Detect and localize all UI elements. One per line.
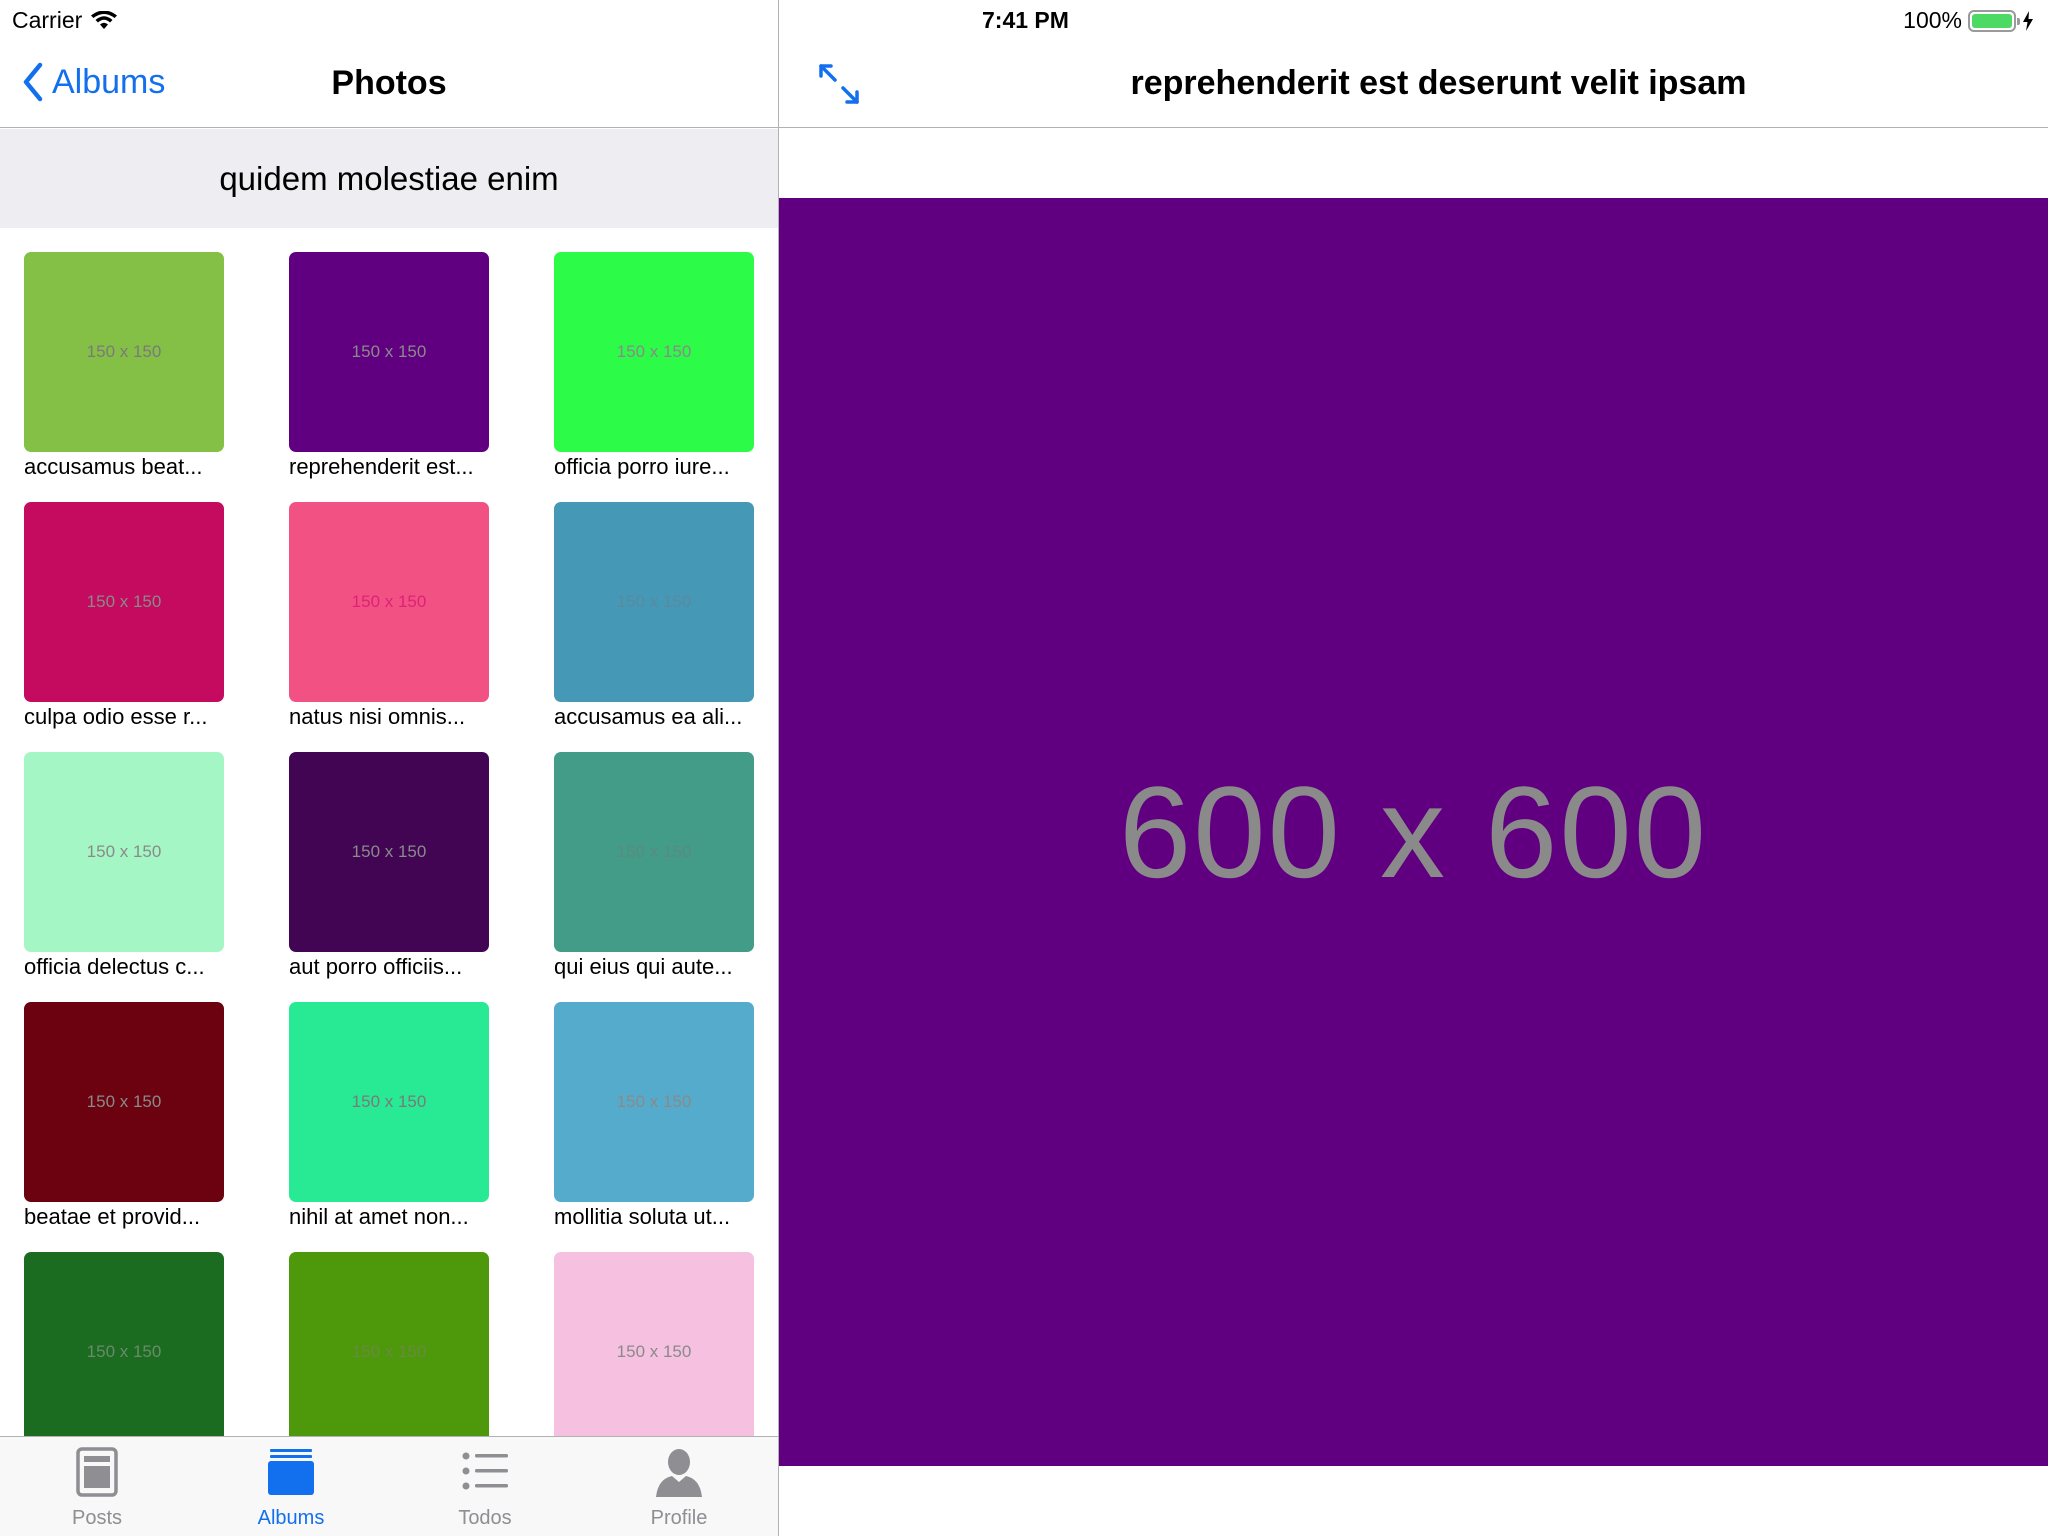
photo-title: mollitia soluta ut...	[554, 1204, 731, 1229]
photo-cell[interactable]: 150 x 150 natus nisi omnis...	[289, 502, 489, 730]
photo-thumbnail: 150 x 150	[24, 752, 224, 952]
thumbnail-size-label: 150 x 150	[616, 1092, 692, 1111]
image-size-label: 600 x 600	[1118, 759, 1709, 905]
photo-thumbnail: 150 x 150	[554, 1002, 754, 1202]
thumbnail-size-label: 150 x 150	[86, 1092, 162, 1111]
photo-title: accusamus beat...	[24, 454, 203, 479]
photo-title: qui eius qui aute...	[554, 954, 733, 979]
thumbnail-size-label: 150 x 150	[351, 1342, 427, 1361]
tab-label: Albums	[257, 1507, 325, 1529]
photo-thumbnail: 150 x 150	[24, 1252, 224, 1436]
photo-cell[interactable]: 150 x 150 nihil at amet non...	[289, 1002, 489, 1230]
photo-thumbnail: 150 x 150	[554, 1252, 754, 1436]
photo-thumbnail: 150 x 150	[24, 1002, 224, 1202]
photo-cell[interactable]: 150 x 150	[24, 1252, 224, 1436]
tab-albums[interactable]: Albums	[194, 1437, 388, 1536]
photo-cell[interactable]: 150 x 150 accusamus ea ali...	[554, 502, 754, 730]
photo-cell[interactable]: 150 x 150 accusamus beat...	[24, 252, 224, 480]
thumbnail-size-label: 150 x 150	[86, 342, 162, 361]
thumbnail-size-label: 150 x 150	[616, 842, 692, 861]
profile-icon	[656, 1449, 702, 1497]
thumbnail-size-label: 150 x 150	[351, 1092, 427, 1111]
photo-cell[interactable]: 150 x 150	[554, 1252, 754, 1436]
photo-title: nihil at amet non...	[289, 1204, 469, 1229]
tab-label: Posts	[71, 1507, 123, 1529]
tab-label: Todos	[458, 1507, 512, 1529]
photo-full-image: 600 x 600	[779, 198, 2048, 1466]
photo-title: accusamus ea ali...	[554, 704, 743, 729]
thumbnail-size-label: 150 x 150	[86, 592, 162, 611]
photo-title: natus nisi omnis...	[289, 704, 466, 729]
thumbnail-size-label: 150 x 150	[616, 1342, 692, 1361]
page-title: Photos	[331, 64, 447, 102]
photo-thumbnail: 150 x 150	[554, 752, 754, 952]
detail-navigation-bar: reprehenderit est deserunt velit ipsam	[779, 40, 2048, 128]
photo-thumbnail: 150 x 150	[554, 502, 754, 702]
detail-title: reprehenderit est deserunt velit ipsam	[1130, 64, 1747, 102]
photo-cell[interactable]: 150 x 150 reprehenderit est...	[289, 252, 489, 480]
photo-thumbnail: 150 x 150	[289, 502, 489, 702]
photo-cell[interactable]: 150 x 150 culpa odio esse r...	[24, 502, 224, 730]
photos-pane: Albums Photos quidem molestiae enim 150 …	[0, 0, 778, 1536]
album-title: quidem molestiae enim	[0, 129, 778, 228]
photo-thumbnail: 150 x 150	[289, 752, 489, 952]
photo-title: officia porro iure...	[554, 454, 730, 479]
photo-cell[interactable]: 150 x 150 mollitia soluta ut...	[554, 1002, 754, 1230]
thumbnail-size-label: 150 x 150	[351, 342, 427, 361]
photo-thumbnail: 150 x 150	[24, 252, 224, 452]
posts-icon	[76, 1447, 118, 1497]
photo-title: aut porro officiis...	[289, 954, 463, 979]
thumbnail-size-label: 150 x 150	[351, 842, 427, 861]
thumbnail-size-label: 150 x 150	[86, 842, 162, 861]
photo-thumbnail: 150 x 150	[289, 1252, 489, 1436]
tab-todos[interactable]: Todos	[388, 1437, 582, 1536]
photo-cell[interactable]: 150 x 150	[289, 1252, 489, 1436]
navigation-bar: Albums Photos	[0, 40, 778, 128]
photo-detail-pane: reprehenderit est deserunt velit ipsam 6…	[779, 0, 2048, 1536]
photo-cell[interactable]: 150 x 150 qui eius qui aute...	[554, 752, 754, 980]
photo-cell[interactable]: 150 x 150 aut porro officiis...	[289, 752, 489, 980]
photo-grid: 150 x 150 accusamus beat... 150 x 150 repre…	[0, 228, 778, 1436]
tab-profile[interactable]: Profile	[582, 1437, 776, 1536]
photo-thumbnail: 150 x 150	[289, 252, 489, 452]
photo-title: culpa odio esse r...	[24, 704, 208, 729]
photo-thumbnail: 150 x 150	[289, 1002, 489, 1202]
tab-posts[interactable]: Posts	[0, 1437, 194, 1536]
photo-title: reprehenderit est...	[289, 454, 474, 479]
photo-cell[interactable]: 150 x 150 officia delectus c...	[24, 752, 224, 980]
photo-thumbnail: 150 x 150	[24, 502, 224, 702]
photo-thumbnail: 150 x 150	[554, 252, 754, 452]
thumbnail-size-label: 150 x 150	[86, 1342, 162, 1361]
tab-bar: Posts Albums Todos Profile	[0, 1436, 778, 1536]
photo-cell[interactable]: 150 x 150 beatae et provid...	[24, 1002, 224, 1230]
thumbnail-size-label: 150 x 150	[616, 592, 692, 611]
tab-label: Profile	[650, 1507, 708, 1529]
thumbnail-size-label: 150 x 150	[351, 592, 427, 611]
photo-title: beatae et provid...	[24, 1204, 201, 1229]
photo-cell[interactable]: 150 x 150 officia porro iure...	[554, 252, 754, 480]
albums-icon	[268, 1449, 314, 1495]
todos-icon	[462, 1452, 508, 1490]
thumbnail-size-label: 150 x 150	[616, 342, 692, 361]
photo-title: officia delectus c...	[24, 954, 205, 979]
